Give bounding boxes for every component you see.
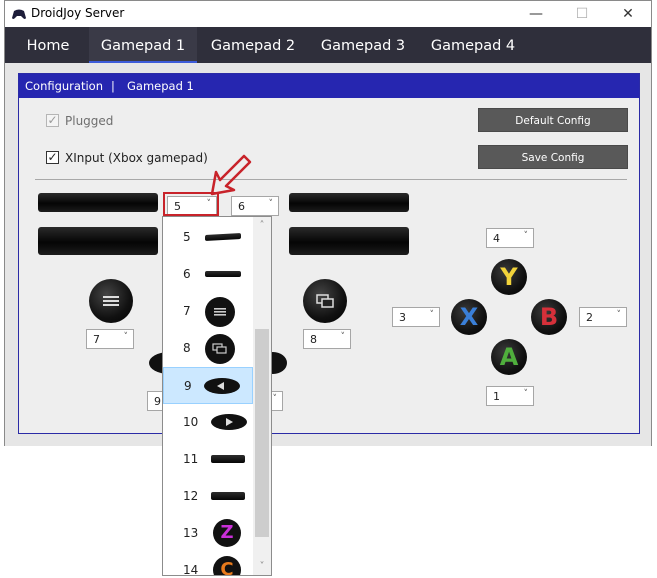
default-config-button[interactable]: Default Config bbox=[478, 108, 628, 132]
list-item[interactable]: 5 bbox=[163, 219, 253, 256]
divider bbox=[35, 179, 627, 180]
back-select[interactable]: 7 ˅ bbox=[86, 329, 134, 349]
scroll-up-icon[interactable]: ˄ bbox=[255, 220, 269, 232]
a-select[interactable]: 1 ˅ bbox=[486, 386, 534, 406]
title-bar: DroidJoy Server — ☐ ✕ bbox=[5, 1, 651, 27]
breadcrumb: Configuration | Gamepad 1 bbox=[19, 74, 639, 98]
option-label: 10 bbox=[183, 415, 199, 429]
dpad-left-icon bbox=[204, 378, 240, 394]
y-value: 4 bbox=[493, 232, 500, 245]
a-button-image: A bbox=[491, 339, 527, 375]
checkmark-icon: ✓ bbox=[47, 150, 58, 164]
chevron-down-icon: ˅ bbox=[429, 310, 435, 320]
view-icon bbox=[316, 294, 334, 308]
list-item[interactable]: 12 bbox=[163, 478, 253, 515]
dpad-right-icon bbox=[211, 414, 247, 430]
save-config-button[interactable]: Save Config bbox=[478, 145, 628, 169]
option-label: 12 bbox=[183, 489, 199, 503]
b-value: 2 bbox=[586, 311, 593, 324]
plugged-label: Plugged bbox=[65, 114, 114, 128]
chevron-down-icon: ˅ bbox=[616, 310, 622, 320]
option-label: 8 bbox=[183, 341, 191, 355]
list-item[interactable]: 13 Z bbox=[163, 515, 253, 552]
option-label: 6 bbox=[183, 267, 191, 281]
x-select[interactable]: 3 ˅ bbox=[392, 307, 440, 327]
breadcrumb-configuration[interactable]: Configuration bbox=[25, 79, 103, 93]
option-label: 14 bbox=[183, 563, 199, 576]
xinput-label: XInput (Xbox gamepad) bbox=[65, 151, 208, 165]
chevron-down-icon: ˅ bbox=[272, 394, 278, 404]
chevron-down-icon: ˅ bbox=[523, 389, 529, 399]
right-trigger-image bbox=[289, 193, 409, 212]
x-value: 3 bbox=[399, 311, 406, 324]
plugged-checkbox[interactable]: ✓ bbox=[46, 114, 59, 127]
config-panel: Configuration | Gamepad 1 ✓ Plugged ✓ XI… bbox=[18, 73, 640, 434]
option-label: 11 bbox=[183, 452, 199, 466]
option-label: 5 bbox=[183, 230, 191, 244]
chevron-down-icon: ˅ bbox=[123, 332, 129, 342]
chevron-down-icon: ˅ bbox=[340, 332, 346, 342]
bumper-thumb-icon bbox=[211, 492, 245, 500]
right-trigger-value: 6 bbox=[238, 200, 245, 213]
start-value: 8 bbox=[310, 333, 317, 346]
c-button-icon: C bbox=[213, 556, 241, 575]
close-button[interactable]: ✕ bbox=[605, 1, 651, 27]
list-item[interactable]: 8 bbox=[163, 330, 253, 367]
b-select[interactable]: 2 ˅ bbox=[579, 307, 627, 327]
tab-home[interactable]: Home bbox=[13, 27, 83, 63]
y-select[interactable]: 4 ˅ bbox=[486, 228, 534, 248]
breadcrumb-separator: | bbox=[111, 79, 115, 93]
option-label: 13 bbox=[183, 526, 199, 540]
menu-icon bbox=[205, 297, 235, 327]
list-item[interactable]: 7 bbox=[163, 293, 253, 330]
b-button-image: B bbox=[531, 299, 567, 335]
option-label: 9 bbox=[184, 379, 192, 393]
start-button-image bbox=[303, 279, 347, 323]
list-item[interactable]: 10 bbox=[163, 404, 253, 441]
trigger-thumb-icon bbox=[205, 271, 241, 277]
window-title: DroidJoy Server bbox=[31, 6, 125, 20]
breadcrumb-gamepad: Gamepad 1 bbox=[127, 79, 194, 93]
chevron-down-icon: ˅ bbox=[523, 231, 529, 241]
list-item[interactable]: 6 bbox=[163, 256, 253, 293]
trigger-thumb-icon bbox=[205, 233, 241, 241]
maximize-button[interactable]: ☐ bbox=[559, 1, 605, 27]
app-gamepad-icon bbox=[12, 9, 26, 19]
tab-gamepad-4[interactable]: Gamepad 4 bbox=[419, 27, 527, 63]
menu-icon bbox=[103, 296, 119, 306]
z-button-icon: Z bbox=[213, 519, 241, 547]
option-label: 7 bbox=[183, 304, 191, 318]
bumper-thumb-icon bbox=[211, 455, 245, 463]
list-item-selected[interactable]: 9 bbox=[163, 367, 253, 404]
view-icon bbox=[205, 334, 235, 364]
back-value: 7 bbox=[93, 333, 100, 346]
right-bumper-image bbox=[289, 227, 409, 255]
tab-gamepad-3[interactable]: Gamepad 3 bbox=[309, 27, 417, 63]
list-item[interactable]: 11 bbox=[163, 441, 253, 478]
tab-gamepad-1[interactable]: Gamepad 1 bbox=[89, 27, 197, 63]
minimize-button[interactable]: — bbox=[513, 1, 559, 27]
back-button-image bbox=[89, 279, 133, 323]
checkmark-icon: ✓ bbox=[47, 113, 58, 127]
left-trigger-image bbox=[38, 193, 158, 212]
start-select[interactable]: 8 ˅ bbox=[303, 329, 351, 349]
scroll-down-icon[interactable]: ˅ bbox=[255, 561, 269, 573]
list-item[interactable]: 14 C bbox=[163, 552, 253, 576]
x-button-image: X bbox=[451, 299, 487, 335]
tab-gamepad-2[interactable]: Gamepad 2 bbox=[199, 27, 307, 63]
scrollbar-thumb[interactable] bbox=[255, 329, 269, 537]
chevron-down-icon: ˅ bbox=[268, 199, 274, 209]
app-window: DroidJoy Server — ☐ ✕ Home Gamepad 1 Gam… bbox=[4, 0, 652, 446]
a-value: 1 bbox=[493, 390, 500, 403]
trigger-dropdown-list[interactable]: 5 6 7 8 9 10 11 12 13 Z 14 C ˄ ˅ bbox=[162, 216, 272, 576]
dpad-left-value: 9 bbox=[154, 395, 161, 408]
nav-bar: Home Gamepad 1 Gamepad 2 Gamepad 3 Gamep… bbox=[5, 27, 651, 63]
y-button-image: Y bbox=[491, 259, 527, 295]
pointer-arrow-icon bbox=[210, 154, 252, 196]
left-bumper-image bbox=[38, 227, 158, 255]
xinput-checkbox[interactable]: ✓ bbox=[46, 151, 59, 164]
